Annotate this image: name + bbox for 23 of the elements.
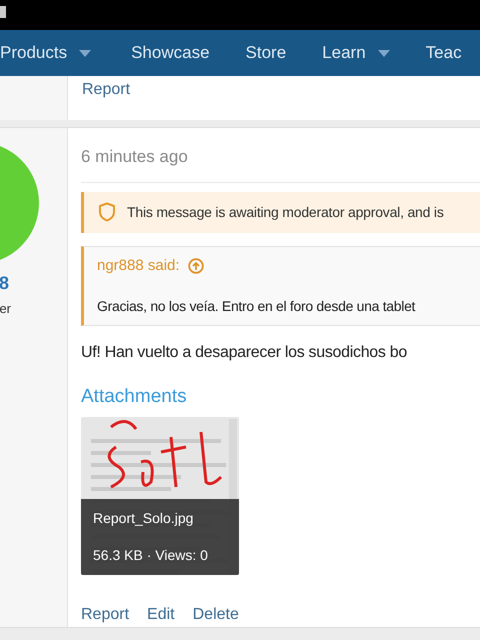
quote-text: Gracias, no los veía. Entro en el foro desde una tablet xyxy=(97,296,416,316)
notification-icon xyxy=(0,6,6,18)
post-action-link[interactable]: Edit xyxy=(147,603,175,627)
caret-icon xyxy=(378,50,390,56)
nav-link[interactable]: Showcase xyxy=(113,40,228,66)
notice-text: This message is awaiting moderator approval, and is xyxy=(127,202,444,222)
nav-link[interactable]: Products xyxy=(0,40,114,66)
arrow-up-circle-icon[interactable] xyxy=(188,258,204,274)
report-link[interactable]: Report xyxy=(82,78,130,120)
attachment-meta: 56.3 KB · Views: 0 xyxy=(93,546,209,565)
nav-link[interactable]: Teac xyxy=(408,40,462,66)
post-body: Uf! Han vuelto a desaparecer los susodichos bo xyxy=(81,342,408,362)
attachment-filename: Report_Solo.jpg xyxy=(93,509,194,528)
post-time: 6 minutes ago xyxy=(81,144,480,182)
nav-link[interactable]: Store xyxy=(228,40,304,66)
attachments-heading: Attachments xyxy=(81,384,188,408)
attachment-thumbnail[interactable]: Report_Solo.jpg 56.3 KB · Views: 0 xyxy=(81,417,239,575)
user-title: er xyxy=(0,300,12,318)
post-action-link[interactable]: Delete xyxy=(192,603,239,627)
caret-icon xyxy=(79,50,92,56)
shield-icon xyxy=(98,202,116,222)
nav-link[interactable]: Learn xyxy=(304,40,408,66)
post-action-link[interactable]: Report xyxy=(81,603,130,627)
